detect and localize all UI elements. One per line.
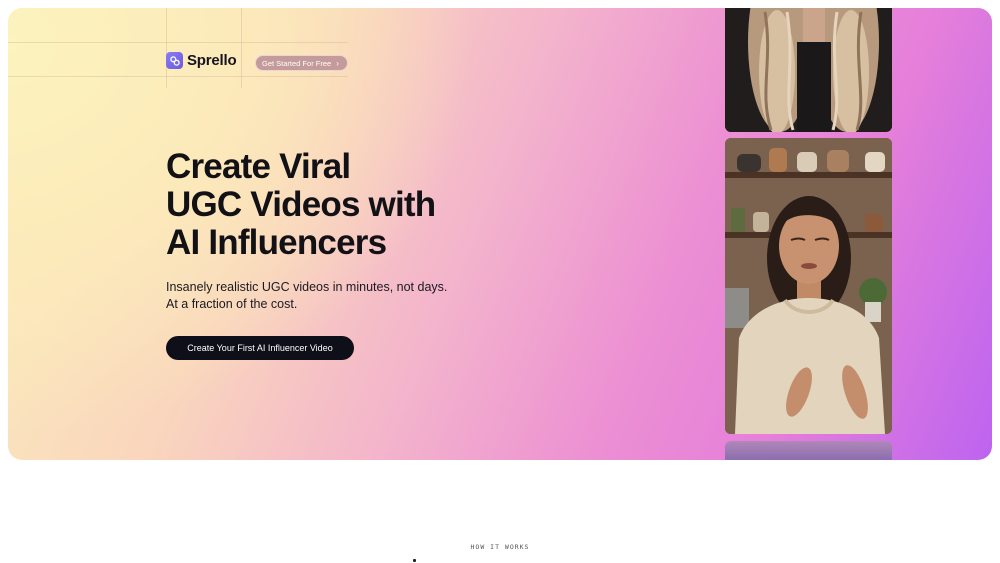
subtext-line: Insanely realistic UGC videos in minutes… [166, 280, 448, 294]
landing-page: Sprello Get Started For Free › Create Vi… [0, 0, 1000, 563]
get-started-pill-label: Get Started For Free [262, 58, 332, 68]
guide-line [8, 76, 348, 77]
headline-line: Create Viral [166, 147, 351, 186]
logo-text: Sprello [187, 52, 237, 69]
headline-line: UGC Videos with [166, 185, 436, 224]
chevron-right-icon: › [336, 58, 339, 68]
decorative-mark [413, 559, 416, 562]
guide-line [166, 8, 167, 88]
hero-headline: Create Viral UGC Videos with AI Influenc… [166, 148, 496, 262]
subtext-line: At a fraction of the cost. [166, 297, 298, 311]
section-eyebrow: HOW IT WORKS [470, 543, 530, 551]
logo-icon [166, 52, 183, 69]
get-started-pill-button[interactable]: Get Started For Free › [255, 55, 348, 71]
headline-line: AI Influencers [166, 223, 387, 262]
guide-line [241, 8, 242, 88]
hero-section: Sprello Get Started For Free › Create Vi… [8, 8, 992, 460]
video-thumbnail-hair[interactable] [725, 8, 892, 132]
create-first-video-button[interactable]: Create Your First AI Influencer Video [166, 336, 354, 360]
guide-line [8, 42, 348, 43]
brand-logo[interactable]: Sprello [166, 52, 237, 69]
hero-subtext: Insanely realistic UGC videos in minutes… [166, 279, 486, 313]
video-thumbnail-next[interactable] [725, 441, 892, 460]
video-thumbnail-influencer[interactable] [725, 138, 892, 434]
